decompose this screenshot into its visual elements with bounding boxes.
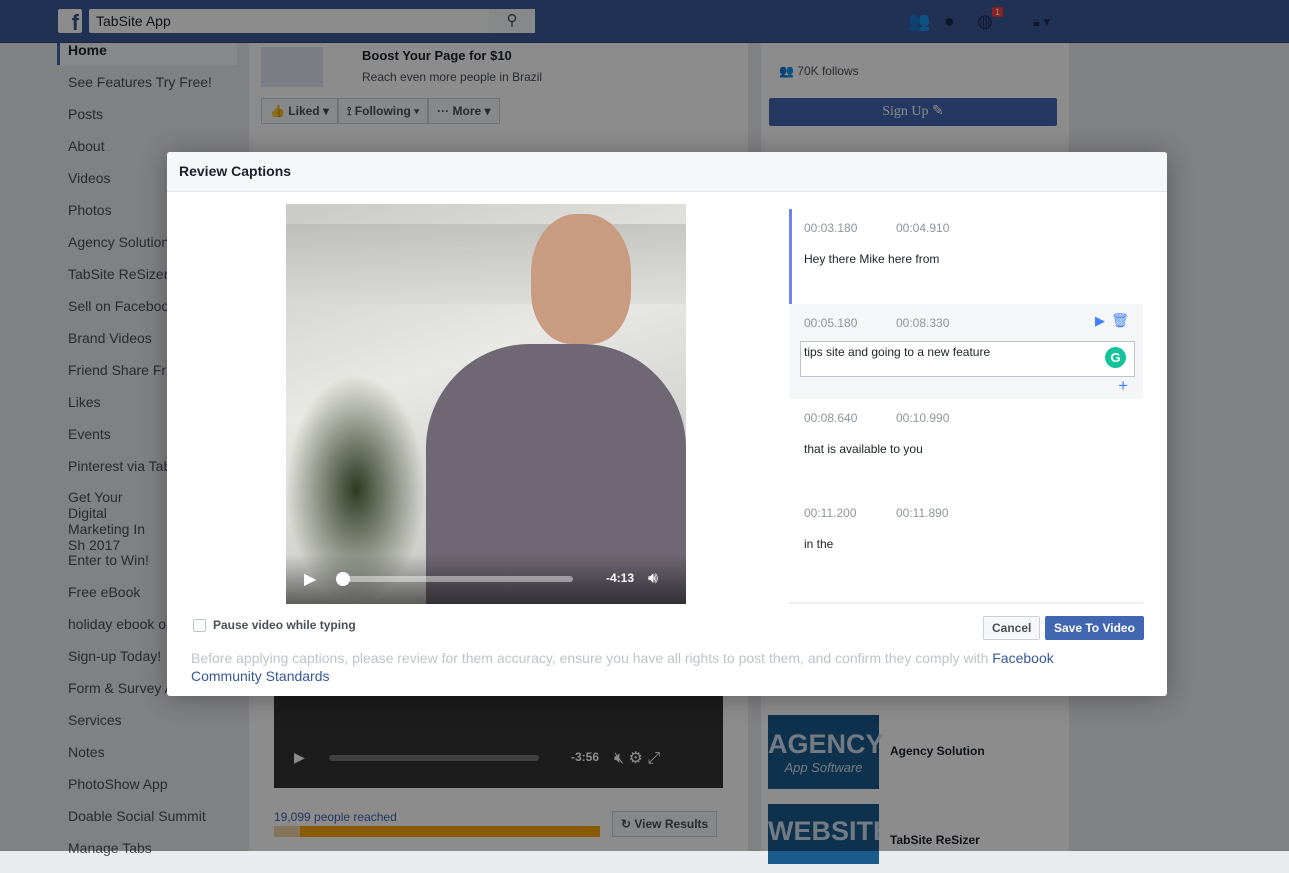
caption-item[interactable]: 00:08.640 00:10.990 that is available to y… xyxy=(789,399,1143,494)
cancel-button[interactable]: Cancel xyxy=(983,616,1041,640)
pause-checkbox[interactable] xyxy=(193,618,206,632)
caption-item[interactable]: 00:03.180 00:04.910 Hey there Mike here fr… xyxy=(789,209,1143,304)
grammarly-icon[interactable]: G xyxy=(1105,347,1126,368)
caption-item-editing[interactable]: 00:05.180 00:08.330 ▶ 🗑︎ tips site and go… xyxy=(789,304,1143,399)
video-seek-bar[interactable] xyxy=(336,572,573,586)
add-caption-icon[interactable]: + xyxy=(1118,376,1128,396)
seek-handle[interactable] xyxy=(336,572,350,586)
dialog-title: Review Captions xyxy=(167,152,1167,192)
delete-caption-icon[interactable]: 🗑︎ xyxy=(1111,312,1129,329)
caption-video-player[interactable]: ▶ -4:13 🔊︎ xyxy=(286,204,686,604)
save-to-video-button[interactable]: Save To Video xyxy=(1045,616,1144,640)
play-caption-icon[interactable]: ▶ xyxy=(1095,313,1105,329)
volume-icon[interactable]: 🔊︎ xyxy=(648,570,658,588)
caption-list[interactable]: 00:03.180 00:04.910 Hey there Mike here fr… xyxy=(789,209,1143,604)
caption-text-input[interactable]: tips site and going to a new feature G xyxy=(800,341,1135,377)
disclaimer-text: Before applying captions, please review … xyxy=(191,650,1054,684)
review-captions-dialog: Review Captions ▶ -4:13 🔊︎ 00:03.180 00:0… xyxy=(167,152,1167,696)
play-icon[interactable]: ▶ xyxy=(304,569,316,589)
pause-while-typing-option[interactable]: Pause video while typing xyxy=(193,618,356,632)
video-time-remaining: -4:13 xyxy=(606,571,635,585)
caption-item[interactable]: 00:11.200 00:11.890 in the xyxy=(789,494,1143,589)
person-head xyxy=(531,214,631,344)
